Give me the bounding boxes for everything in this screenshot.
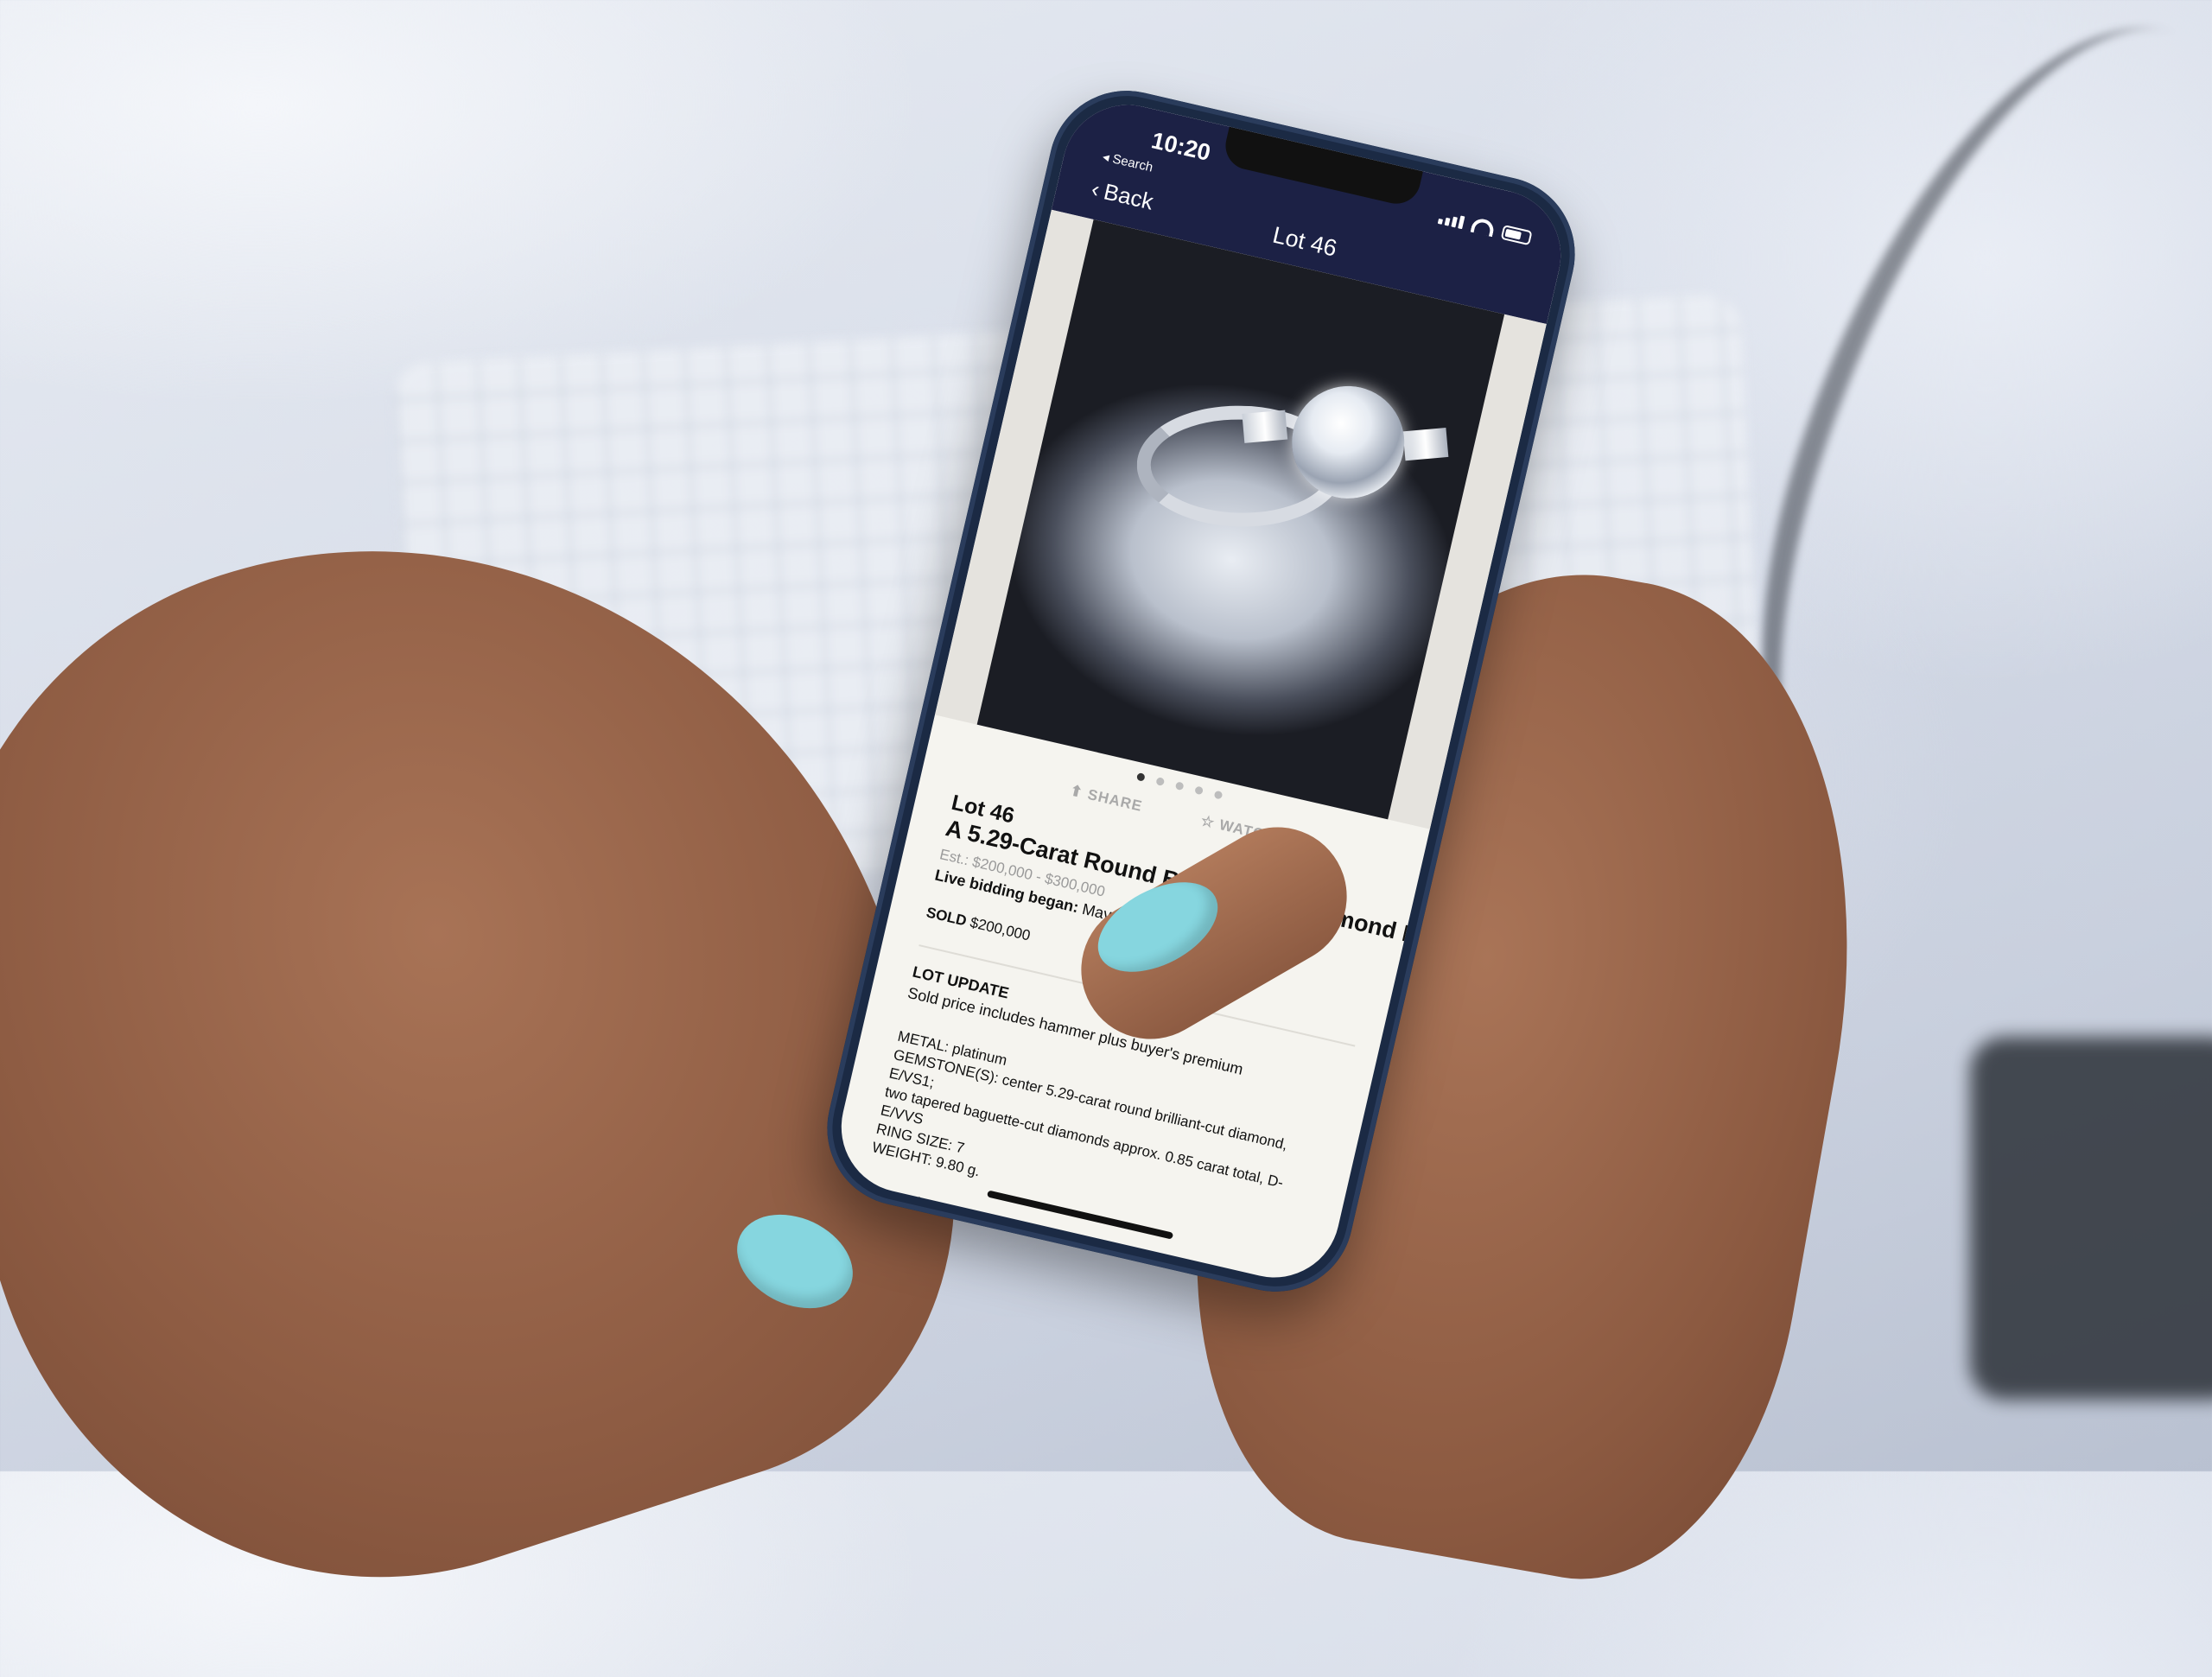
star-icon: ☆ — [1198, 812, 1217, 832]
wifi-icon — [1470, 216, 1496, 238]
share-button[interactable]: ⬆ SHARE — [1068, 782, 1144, 816]
status-icons — [1437, 209, 1533, 245]
signal-icon — [1437, 211, 1465, 229]
search-back-link[interactable]: ◂ Search — [1101, 149, 1154, 175]
sold-price: $200,000 — [968, 914, 1033, 944]
share-label: SHARE — [1085, 785, 1145, 815]
status-time: 10:20 — [1148, 127, 1213, 166]
battery-icon — [1500, 224, 1533, 245]
photo-background: 10:20 ◂ Search ‹ Back Lot 46 ⬆ SHARE ☆ W… — [0, 0, 2212, 1677]
baguette-diamond — [1242, 410, 1288, 443]
pager-dot[interactable] — [1135, 772, 1146, 782]
ring-photo — [976, 219, 1505, 820]
share-icon: ⬆ — [1068, 782, 1085, 802]
pager-dot[interactable] — [1174, 781, 1185, 791]
blurred-camera — [1970, 1037, 2212, 1400]
baguette-diamond — [1402, 428, 1449, 461]
pager-dot[interactable] — [1213, 790, 1223, 800]
sold-label: SOLD — [925, 904, 969, 930]
pager-dot[interactable] — [1193, 785, 1204, 796]
pager-dot[interactable] — [1154, 777, 1165, 786]
